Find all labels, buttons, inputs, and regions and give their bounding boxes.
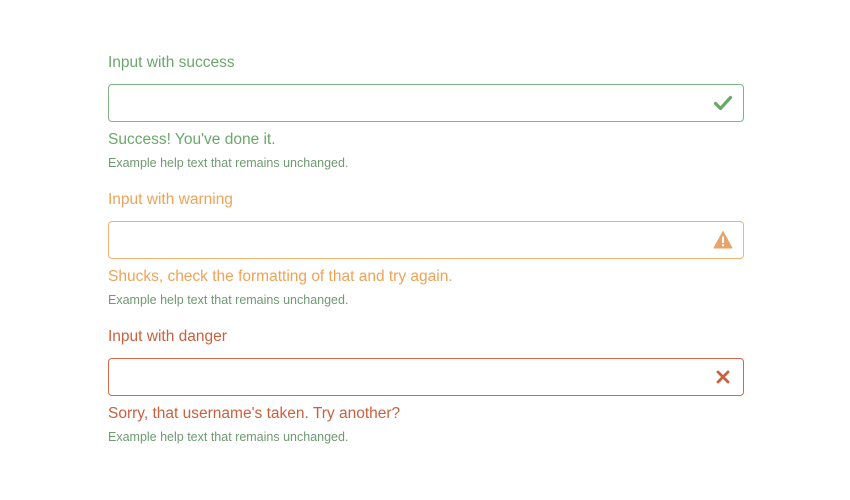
success-help-text: Example help text that remains unchanged… [108,156,349,170]
warning-triangle-icon [713,230,733,250]
success-form-group: Input with success Success! You've done … [108,52,744,189]
danger-input[interactable] [109,359,689,395]
success-input-label: Input with success [108,54,235,71]
warning-form-group: Input with warning Shucks, check the for… [108,189,744,326]
danger-input-label: Input with danger [108,328,227,345]
warning-input[interactable] [109,222,689,258]
warning-feedback: Shucks, check the formatting of that and… [108,268,453,285]
validation-form: Input with success Success! You've done … [108,52,744,463]
success-input[interactable] [109,85,689,121]
close-x-icon [713,367,733,387]
warning-help-text: Example help text that remains unchanged… [108,293,349,307]
danger-form-group: Input with danger Sorry, that username's… [108,326,744,463]
danger-feedback: Sorry, that username's taken. Try anothe… [108,405,401,422]
danger-input-wrapper[interactable] [108,358,744,396]
warning-input-label: Input with warning [108,191,233,208]
checkmark-icon [713,93,733,113]
success-input-wrapper[interactable] [108,84,744,122]
danger-help-text: Example help text that remains unchanged… [108,430,349,444]
warning-input-wrapper[interactable] [108,221,744,259]
success-feedback: Success! You've done it. [108,131,276,148]
